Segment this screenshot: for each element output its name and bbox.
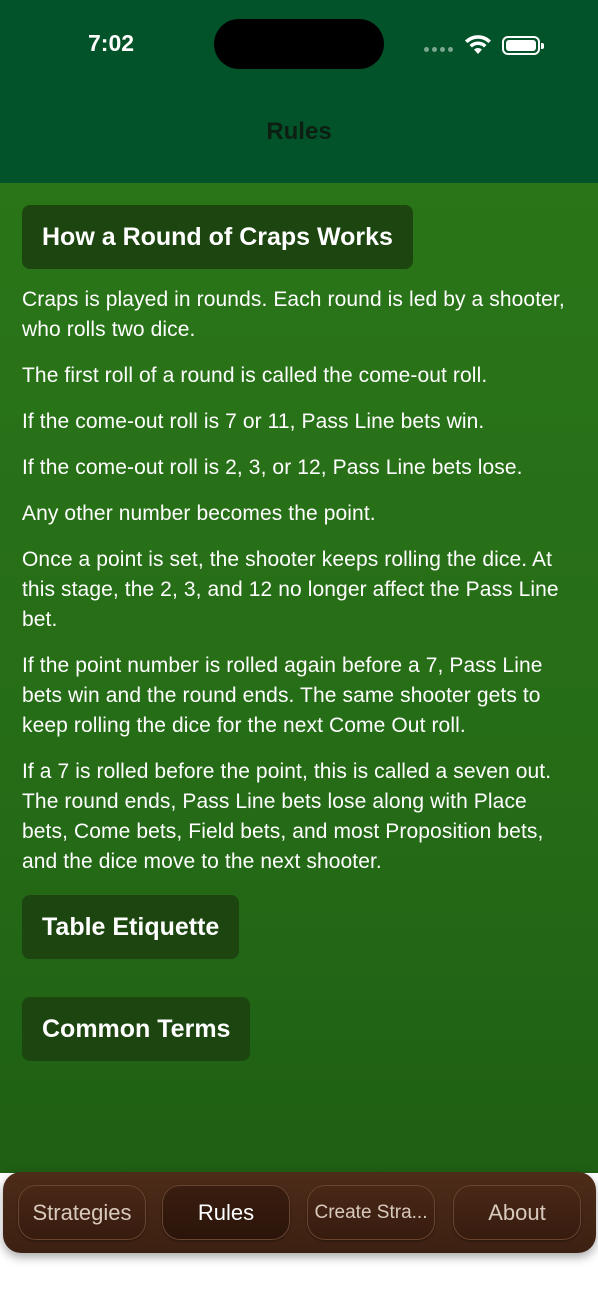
rule-paragraph: If a 7 is rolled before the point, this … (22, 760, 552, 873)
section-button-common-terms[interactable]: Common Terms (22, 997, 251, 1061)
rules-content[interactable]: How a Round of Craps Works Craps is play… (0, 183, 598, 1173)
rule-paragraph: Craps is played in rounds. Each round is… (22, 288, 565, 341)
section-button-table-etiquette[interactable]: Table Etiquette (22, 895, 240, 959)
battery-icon (502, 36, 544, 55)
tab-create-strategy[interactable]: Create Stra... (307, 1185, 435, 1240)
tab-strategies[interactable]: Strategies (18, 1185, 146, 1240)
tab-rules[interactable]: Rules (162, 1185, 290, 1240)
tab-about[interactable]: About (453, 1185, 581, 1240)
cellular-signal-icon (424, 47, 453, 52)
navigation-header: 7:02 Rules (0, 0, 598, 183)
rule-paragraph: Once a point is set, the shooter keeps r… (22, 548, 559, 631)
round-rules-text: Craps is played in rounds. Each round is… (22, 285, 576, 877)
status-time: 7:02 (88, 30, 135, 56)
status-icons (424, 33, 544, 57)
rule-paragraph: Any other number becomes the point. (22, 502, 376, 525)
rule-paragraph: If the point number is rolled again befo… (22, 654, 543, 737)
rule-paragraph: If the come-out roll is 2, 3, or 12, Pas… (22, 456, 523, 479)
dynamic-island (214, 19, 384, 69)
wifi-icon (465, 35, 491, 54)
section-button-how-a-round-works[interactable]: How a Round of Craps Works (22, 205, 413, 269)
rule-paragraph: If the come-out roll is 7 or 11, Pass Li… (22, 410, 485, 433)
page-title: Rules (266, 118, 332, 145)
tab-bar: Strategies Rules Create Stra... About (3, 1172, 596, 1253)
rule-paragraph: The first roll of a round is called the … (22, 364, 488, 387)
